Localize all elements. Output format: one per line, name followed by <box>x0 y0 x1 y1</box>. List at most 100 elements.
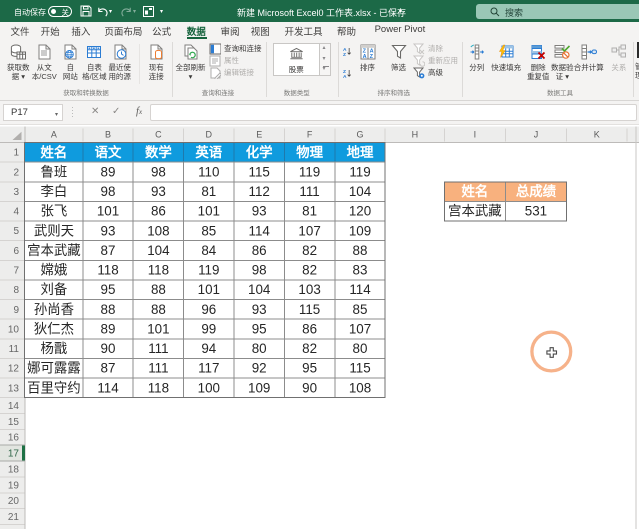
svg-text:鲁班: 鲁班 <box>41 164 68 179</box>
svg-text:A: A <box>343 47 347 53</box>
svg-text:112: 112 <box>249 184 270 199</box>
svg-text:111: 111 <box>148 361 168 376</box>
svg-text:93: 93 <box>151 184 166 199</box>
svg-text:94: 94 <box>201 341 216 356</box>
svg-text:104: 104 <box>349 184 372 199</box>
svg-text:19: 19 <box>8 480 20 491</box>
svg-text:81: 81 <box>201 184 216 199</box>
svg-text:D: D <box>206 130 213 140</box>
svg-text:狄仁杰: 狄仁杰 <box>34 321 74 336</box>
svg-text:英语: 英语 <box>194 144 222 160</box>
svg-text:宫本武藏: 宫本武藏 <box>448 204 502 219</box>
svg-text:82: 82 <box>302 263 317 278</box>
svg-text:117: 117 <box>198 361 219 376</box>
svg-text:B: B <box>105 130 111 140</box>
svg-text:杨戬: 杨戬 <box>41 341 68 356</box>
svg-text:99: 99 <box>201 321 216 336</box>
svg-text:6: 6 <box>13 246 19 257</box>
svg-text:86: 86 <box>302 321 317 336</box>
svg-text:111: 111 <box>148 341 168 356</box>
svg-text:嫦娥: 嫦娥 <box>41 263 68 278</box>
svg-text:21: 21 <box>8 512 20 523</box>
svg-text:111: 111 <box>299 184 319 199</box>
svg-text:A: A <box>343 73 347 79</box>
svg-text:95: 95 <box>101 282 116 297</box>
svg-text:F: F <box>307 130 313 140</box>
svg-text:化学: 化学 <box>246 144 273 160</box>
svg-text:93: 93 <box>252 302 267 317</box>
svg-text:J: J <box>534 130 539 140</box>
svg-text:李白: 李白 <box>41 184 68 199</box>
svg-text:17: 17 <box>8 449 20 460</box>
svg-text:104: 104 <box>248 282 271 297</box>
svg-text:3: 3 <box>13 187 19 198</box>
svg-text:101: 101 <box>198 204 220 219</box>
svg-text:115: 115 <box>349 361 370 376</box>
svg-text:90: 90 <box>302 380 317 395</box>
svg-text:E: E <box>256 130 262 140</box>
svg-text:118: 118 <box>148 263 169 278</box>
svg-text:109: 109 <box>248 380 270 395</box>
svg-text:物理: 物理 <box>296 144 323 160</box>
svg-text:82: 82 <box>302 243 317 258</box>
svg-text:88: 88 <box>353 243 368 258</box>
svg-text:82: 82 <box>302 341 317 356</box>
svg-text:百里守约: 百里守约 <box>27 380 81 395</box>
svg-text:101: 101 <box>198 282 220 297</box>
svg-text:101: 101 <box>97 204 119 219</box>
svg-text:115: 115 <box>299 302 320 317</box>
svg-text:107: 107 <box>349 321 371 336</box>
svg-text:89: 89 <box>101 321 116 336</box>
svg-text:H: H <box>412 130 419 140</box>
svg-text:86: 86 <box>151 204 166 219</box>
svg-text:114: 114 <box>97 380 119 395</box>
svg-text:119: 119 <box>299 164 320 179</box>
svg-text:88: 88 <box>101 302 116 317</box>
svg-text:姓名: 姓名 <box>40 144 68 160</box>
svg-text:93: 93 <box>101 223 116 238</box>
svg-text:118: 118 <box>148 380 169 395</box>
svg-text:108: 108 <box>147 223 169 238</box>
svg-text:119: 119 <box>198 263 219 278</box>
svg-text:92: 92 <box>252 361 267 376</box>
svg-text:娜可露露: 娜可露露 <box>27 361 81 376</box>
svg-text:93: 93 <box>252 204 267 219</box>
svg-text:531: 531 <box>525 204 547 219</box>
svg-text:114: 114 <box>249 223 271 238</box>
svg-text:101: 101 <box>147 321 169 336</box>
svg-text:85: 85 <box>201 223 216 238</box>
svg-text:104: 104 <box>147 243 170 258</box>
svg-text:90: 90 <box>101 341 116 356</box>
svg-text:8: 8 <box>13 285 19 296</box>
svg-text:孙尚香: 孙尚香 <box>34 302 74 317</box>
svg-text:C: C <box>155 130 162 140</box>
svg-text:I: I <box>474 130 477 140</box>
svg-text:118: 118 <box>97 263 118 278</box>
svg-text:刘备: 刘备 <box>41 281 68 297</box>
svg-text:119: 119 <box>349 164 370 179</box>
svg-text:A: A <box>362 54 366 60</box>
svg-text:张飞: 张飞 <box>41 204 68 219</box>
svg-text:95: 95 <box>302 361 317 376</box>
svg-text:88: 88 <box>151 282 166 297</box>
svg-text:16: 16 <box>8 433 20 444</box>
svg-text:4: 4 <box>13 207 19 218</box>
svg-text:地理: 地理 <box>347 144 374 160</box>
svg-text:89: 89 <box>101 164 116 179</box>
svg-text:20: 20 <box>8 496 20 507</box>
svg-text:96: 96 <box>201 302 216 317</box>
svg-text:88: 88 <box>151 302 166 317</box>
svg-text:98: 98 <box>252 263 267 278</box>
svg-text:武则天: 武则天 <box>34 223 74 238</box>
svg-text:80: 80 <box>252 341 267 356</box>
svg-text:K: K <box>594 130 600 140</box>
svg-text:5: 5 <box>13 226 19 237</box>
svg-text:98: 98 <box>101 184 116 199</box>
svg-text:85: 85 <box>353 302 368 317</box>
svg-text:7: 7 <box>13 266 19 277</box>
svg-text:Z: Z <box>343 52 346 58</box>
svg-text:语文: 语文 <box>95 144 122 160</box>
svg-text:100: 100 <box>198 380 220 395</box>
svg-text:10: 10 <box>8 324 20 335</box>
svg-text:姓名: 姓名 <box>461 183 489 199</box>
